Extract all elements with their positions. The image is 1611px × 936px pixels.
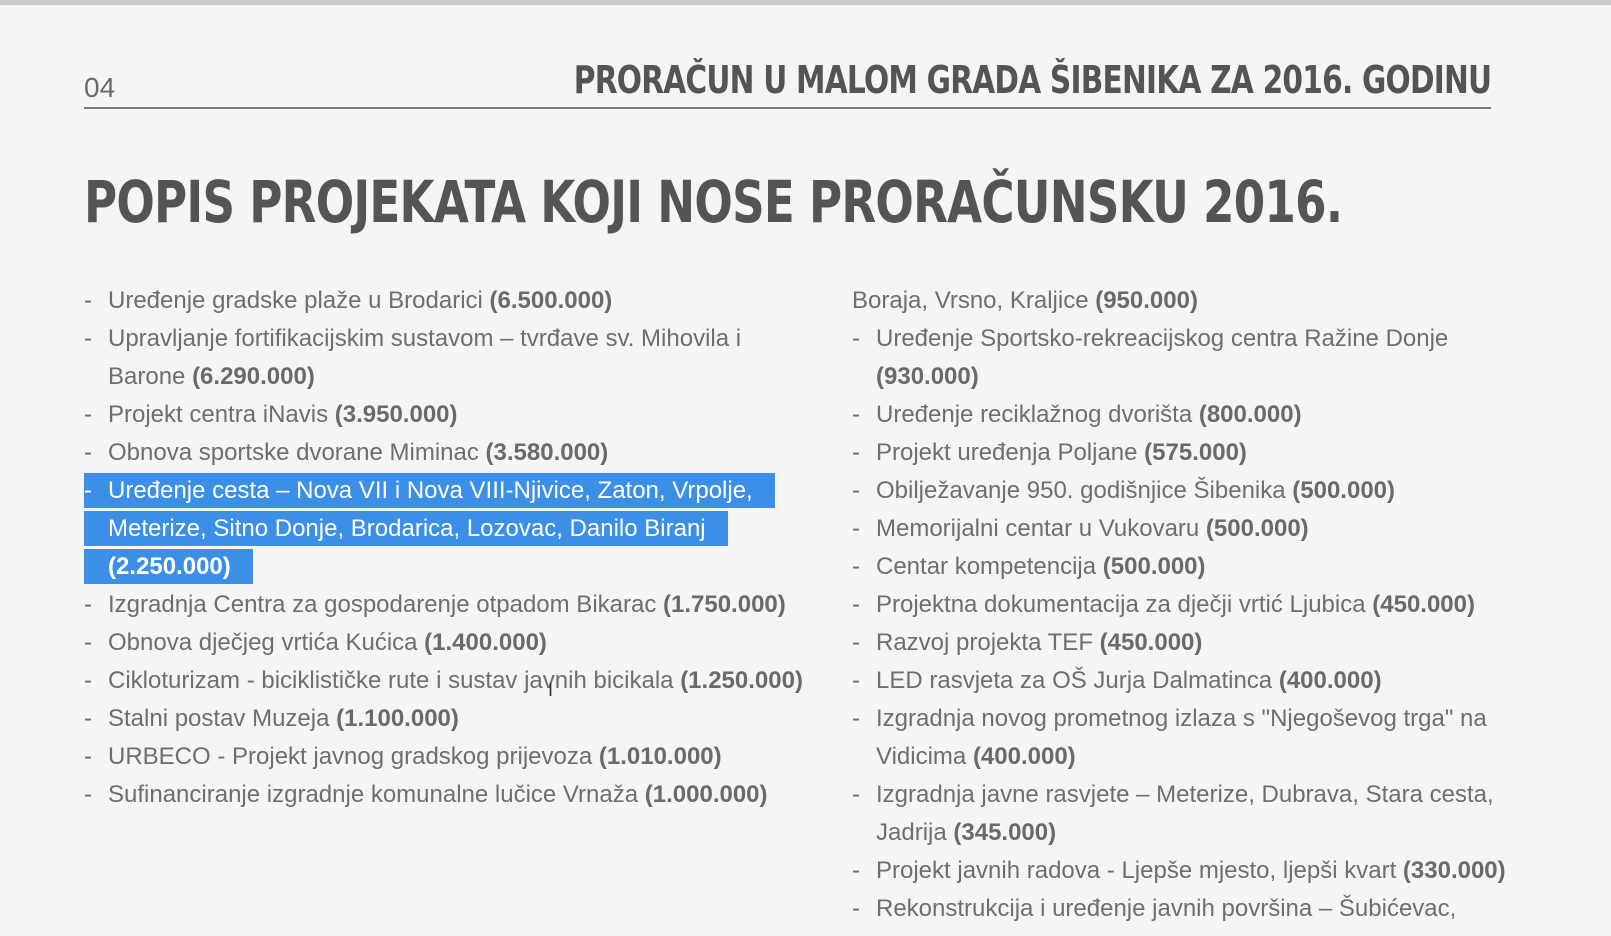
list-item[interactable]: - Projekt javnih radova - Ljepše mjesto, … bbox=[852, 852, 1552, 890]
list-item[interactable]: - Stalni postav Muzeja (1.100.000) bbox=[84, 700, 804, 738]
list-item[interactable]: - Obilježavanje 950. godišnjice Šibenika … bbox=[852, 472, 1552, 510]
header-divider bbox=[84, 107, 1491, 109]
list-item[interactable]: - Sufinanciranje izgradnje komunalne luči… bbox=[84, 776, 804, 814]
list-item[interactable]: - Centar kompetencija (500.000) bbox=[852, 548, 1552, 586]
list-item[interactable]: - Obnova dječjeg vrtića Kućica (1.400.000… bbox=[84, 624, 804, 662]
list-item[interactable]: - Izgradnja javne rasvjete – Meterize, Du… bbox=[852, 776, 1552, 852]
page-heading: POPIS PROJEKATA KOJI NOSE PRORAČUNSKU 20… bbox=[84, 168, 1343, 236]
list-item[interactable]: - Razvoj projekta TEF (450.000) bbox=[852, 624, 1552, 662]
list-item[interactable]: - Memorijalni centar u Vukovaru (500.000) bbox=[852, 510, 1552, 548]
text-cursor-icon: I bbox=[548, 680, 554, 700]
list-item[interactable]: - Upravljanje fortifikacijskim sustavom –… bbox=[84, 320, 804, 396]
list-item[interactable]: - Uređenje Sportsko-rekreacijskog centra … bbox=[852, 320, 1552, 396]
list-item[interactable]: - Uređenje gradske plaže u Brodarici (6.5… bbox=[84, 282, 804, 320]
list-item-continuation[interactable]: Boraja, Vrsno, Kraljice (950.000) bbox=[852, 282, 1552, 320]
list-item[interactable]: - Projekt centra iNavis (3.950.000) bbox=[84, 396, 804, 434]
left-column: - Uređenje gradske plaže u Brodarici (6.5… bbox=[84, 282, 804, 814]
list-item[interactable]: - LED rasvjeta za OŠ Jurja Dalmatinca (40… bbox=[852, 662, 1552, 700]
page-number: 04 bbox=[84, 72, 116, 103]
list-item[interactable]: - Obnova sportske dvorane Miminac (3.580.… bbox=[84, 434, 804, 472]
right-column: Boraja, Vrsno, Kraljice (950.000) - Uređe… bbox=[852, 282, 1552, 928]
list-item[interactable]: - Projektna dokumentacija za dječji vrtić… bbox=[852, 586, 1552, 624]
list-item[interactable]: - Projekt uređenja Poljane (575.000) bbox=[852, 434, 1552, 472]
list-item[interactable]: - URBECO - Projekt javnog gradskog prijev… bbox=[84, 738, 804, 776]
text-selection[interactable]: Uređenje cesta – Nova VII i Nova VIII-Nj… bbox=[84, 473, 775, 584]
list-item[interactable]: - Uređenje reciklažnog dvorišta (800.000) bbox=[852, 396, 1552, 434]
running-title: PRORAČUN U MALOM GRADA ŠIBENIKA ZA 2016.… bbox=[573, 58, 1491, 102]
list-item[interactable]: - Cikloturizam - biciklističke rute i sus… bbox=[84, 662, 804, 700]
list-item[interactable]: - Izgradnja Centra za gospodarenje otpado… bbox=[84, 586, 804, 624]
top-border bbox=[0, 0, 1611, 5]
list-item[interactable]: - Rekonstrukcija i uređenje javnih površi… bbox=[852, 890, 1552, 928]
list-item[interactable]: - Izgradnja novog prometnog izlaza s "Nje… bbox=[852, 700, 1552, 776]
list-item-selected[interactable]: - Uređenje cesta – Nova VII i Nova VIII-N… bbox=[84, 472, 804, 586]
